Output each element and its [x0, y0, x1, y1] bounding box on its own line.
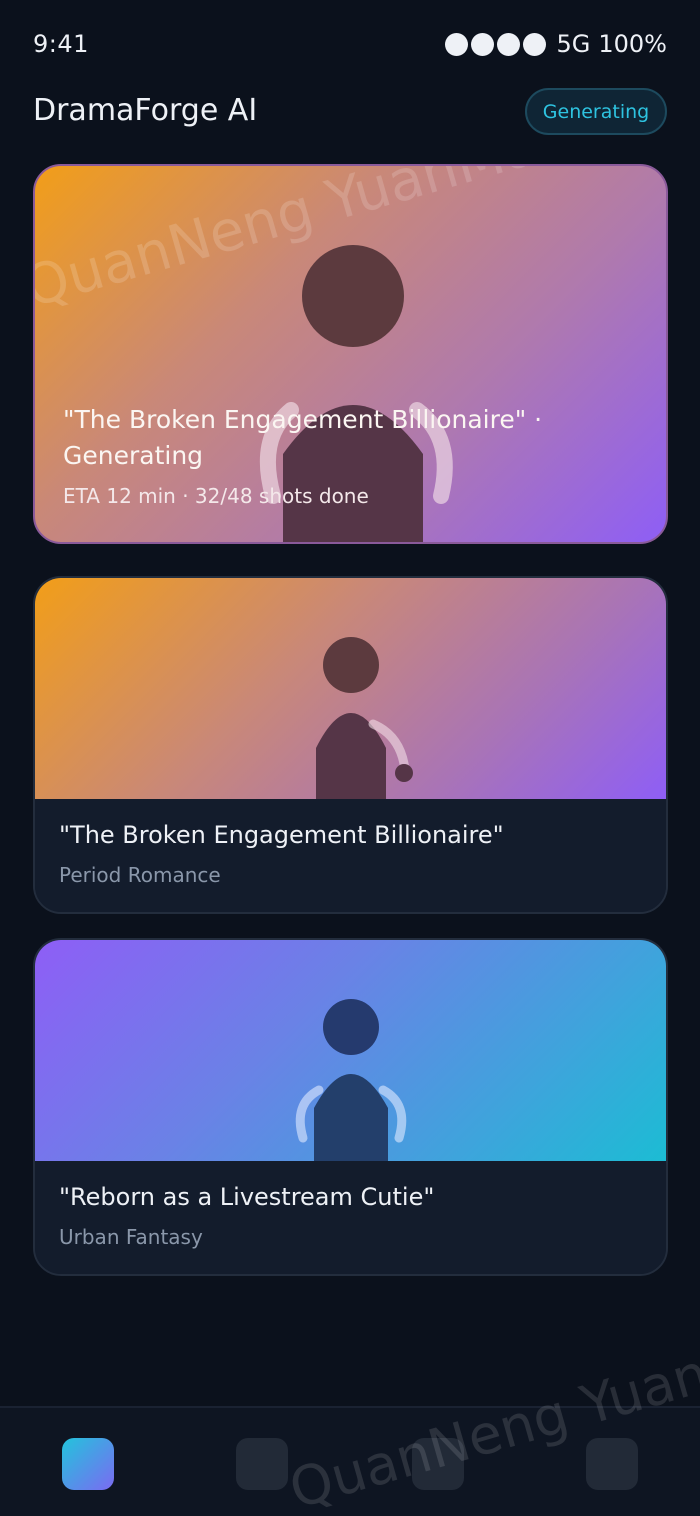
signal-bar-icon — [470, 32, 494, 56]
hero-title: "The Broken Engagement Billionaire" · Ge… — [63, 405, 543, 470]
drama-genre: Period Romance — [59, 863, 221, 887]
generating-drama-card[interactable]: QuanNeng YuanMa · in "The Broken Engagem… — [33, 164, 668, 544]
status-bar: 9:41 5G 100% — [0, 0, 700, 90]
battery-label: 100% — [598, 30, 667, 58]
app-screen: 9:41 5G 100% DramaForge AI Generating Qu… — [0, 0, 700, 1516]
home-icon[interactable] — [62, 1438, 114, 1490]
drama-card-info: "Reborn as a Livestream Cutie" Urban Fan… — [35, 1161, 666, 1274]
drama-genre: Urban Fantasy — [59, 1225, 203, 1249]
watermark-text: QuanNeng YuanMa — [283, 1319, 700, 1516]
signal-bar-icon — [444, 32, 468, 56]
status-indicators: 5G 100% — [444, 30, 667, 58]
hero-progress-meta: ETA 12 min · 32/48 shots done — [63, 484, 369, 508]
app-title: DramaForge AI — [33, 93, 258, 128]
generating-status-badge[interactable]: Generating — [525, 88, 667, 135]
tab-icon[interactable] — [586, 1438, 638, 1490]
tab-icon[interactable] — [412, 1438, 464, 1490]
tab-icon[interactable] — [236, 1438, 288, 1490]
drama-title: "The Broken Engagement Billionaire" — [59, 821, 504, 849]
drama-card[interactable]: "Reborn as a Livestream Cutie" Urban Fan… — [33, 938, 668, 1276]
network-label: 5G — [556, 30, 591, 58]
signal-bar-icon — [496, 32, 520, 56]
drama-title: "Reborn as a Livestream Cutie" — [59, 1183, 435, 1211]
character-figure-icon — [316, 637, 413, 799]
signal-bar-icon — [522, 32, 546, 56]
drama-card-info: "The Broken Engagement Billionaire" Peri… — [35, 799, 666, 912]
drama-thumbnail — [35, 578, 666, 799]
bottom-nav-bar: QuanNeng YuanMa — [0, 1319, 700, 1516]
character-figure-icon — [295, 999, 407, 1161]
drama-card[interactable]: "The Broken Engagement Billionaire" Peri… — [33, 576, 668, 914]
drama-thumbnail — [35, 940, 666, 1161]
status-time: 9:41 — [33, 30, 89, 58]
